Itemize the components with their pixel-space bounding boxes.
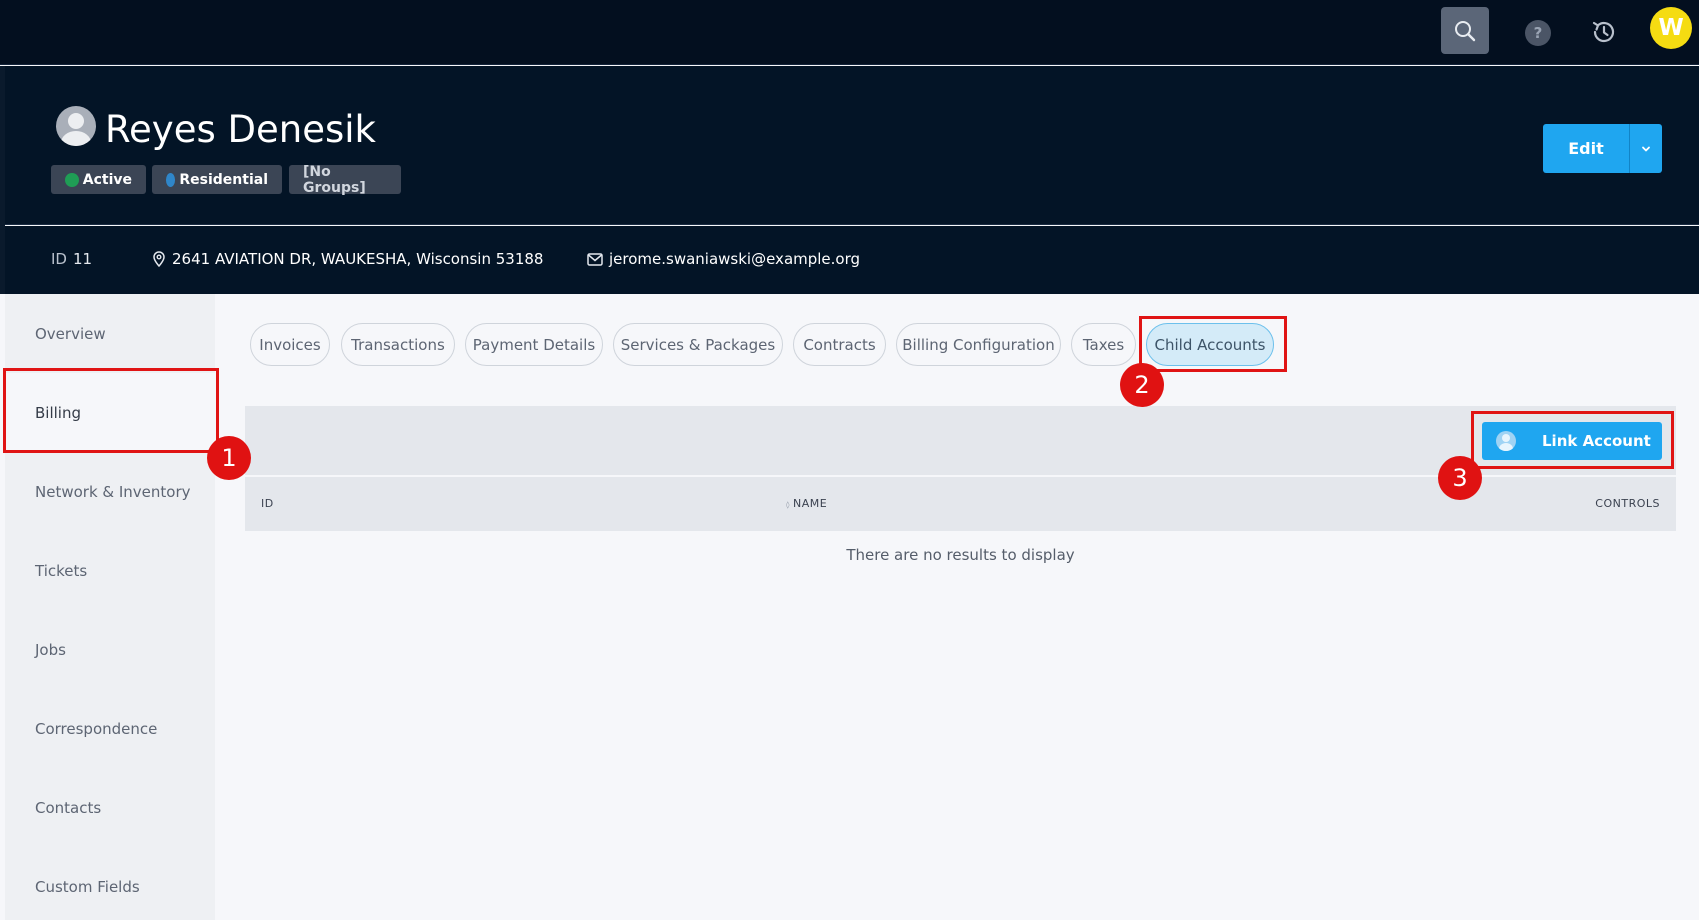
category-badge-label: Residential: [179, 171, 268, 188]
tab-transactions[interactable]: Transactions: [341, 323, 455, 366]
customer-id-label: ID: [51, 250, 67, 268]
annotation-step-2: 2: [1120, 363, 1164, 407]
edit-dropdown-toggle[interactable]: [1629, 124, 1662, 173]
empty-state-message: There are no results to display: [846, 546, 1075, 564]
status-dot-icon: [65, 172, 79, 187]
search-button[interactable]: [1441, 7, 1489, 54]
history-icon: [1592, 21, 1615, 43]
tab-invoices[interactable]: Invoices: [250, 323, 330, 366]
tab-label: Invoices: [259, 335, 321, 354]
customer-id-value: 11: [72, 250, 93, 268]
tab-taxes[interactable]: Taxes: [1071, 323, 1136, 366]
sidebar-item-label: Contacts: [35, 798, 102, 817]
tab-billing-configuration[interactable]: Billing Configuration: [896, 323, 1061, 366]
customer-name: Reyes Denesik: [105, 108, 376, 151]
tab-label: Taxes: [1082, 335, 1125, 354]
column-header-controls: CONTROLS: [1595, 497, 1660, 510]
tab-services-packages[interactable]: Services & Packages: [613, 323, 783, 366]
customer-header: Reyes Denesik Active Residential [No Gro…: [5, 66, 1699, 225]
customer-address: 2641 AVIATION DR, WAUKESHA, Wisconsin 53…: [152, 250, 543, 268]
tab-label: Contracts: [803, 335, 876, 354]
customer-address-text: 2641 AVIATION DR, WAUKESHA, Wisconsin 53…: [172, 250, 544, 268]
sidebar-item-custom-fields[interactable]: Custom Fields: [5, 847, 215, 920]
annotation-box-link-account: [1471, 411, 1674, 469]
category-dot-icon: [166, 172, 176, 187]
tab-label: Services & Packages: [620, 335, 776, 354]
customer-id: ID 11: [51, 250, 92, 268]
tab-label: Payment Details: [472, 335, 596, 354]
help-button[interactable]: ?: [1525, 20, 1551, 46]
top-bar: ? W: [0, 0, 1699, 65]
tab-payment-details[interactable]: Payment Details: [465, 323, 603, 366]
annotation-step-3: 3: [1438, 456, 1482, 500]
column-header-id[interactable]: ID: [261, 497, 274, 510]
sidebar-item-label: Tickets: [35, 561, 88, 580]
edit-button-label: Edit: [1568, 139, 1604, 158]
groups-badge-label: [No Groups]: [303, 163, 366, 196]
status-badge-label: Active: [82, 171, 132, 188]
search-icon: [1455, 20, 1476, 41]
edit-button[interactable]: Edit: [1543, 124, 1662, 173]
column-header-name-label: NAME: [792, 497, 828, 510]
sidebar-item-label: Overview: [35, 324, 106, 343]
sort-icon: ◊: [786, 501, 790, 509]
help-icon: ?: [1533, 24, 1543, 42]
user-initial: W: [1658, 15, 1684, 41]
mail-icon: [587, 252, 603, 266]
annotation-box-billing: [3, 368, 219, 453]
customer-info-row: ID 11 2641 AVIATION DR, WAUKESHA, Wiscons…: [5, 226, 1699, 294]
sidebar-item-label: Custom Fields: [35, 877, 140, 896]
category-badge: Residential: [152, 165, 282, 194]
customer-email-text: jerome.swaniawski@example.org: [609, 250, 861, 268]
chevron-down-icon: [1642, 146, 1650, 151]
sidebar-item-correspondence[interactable]: Correspondence: [5, 689, 215, 768]
sidebar-item-label: Network & Inventory: [35, 482, 191, 501]
groups-badge: [No Groups]: [289, 163, 401, 196]
sidebar-item-network-inventory[interactable]: Network & Inventory: [5, 452, 215, 531]
sidebar-item-tickets[interactable]: Tickets: [5, 531, 215, 610]
sidebar-item-label: Correspondence: [35, 719, 158, 738]
customer-email[interactable]: jerome.swaniawski@example.org: [587, 250, 860, 268]
sidebar-item-contacts[interactable]: Contacts: [5, 768, 215, 847]
history-button[interactable]: [1589, 17, 1619, 47]
annotation-step-1: 1: [207, 436, 251, 480]
tab-label: Transactions: [351, 335, 445, 354]
tab-contracts[interactable]: Contracts: [793, 323, 886, 366]
column-header-name[interactable]: ◊ NAME: [786, 497, 827, 510]
customer-avatar-icon: [56, 106, 96, 146]
sidebar-item-jobs[interactable]: Jobs: [5, 610, 215, 689]
user-avatar[interactable]: W: [1650, 7, 1692, 49]
annotation-box-child-accounts: [1139, 316, 1287, 372]
sidebar-item-label: Jobs: [35, 640, 66, 659]
tab-label: Billing Configuration: [902, 335, 1055, 354]
sidebar-item-overview[interactable]: Overview: [5, 294, 215, 373]
map-pin-icon: [153, 251, 165, 267]
status-badge: Active: [51, 165, 146, 194]
